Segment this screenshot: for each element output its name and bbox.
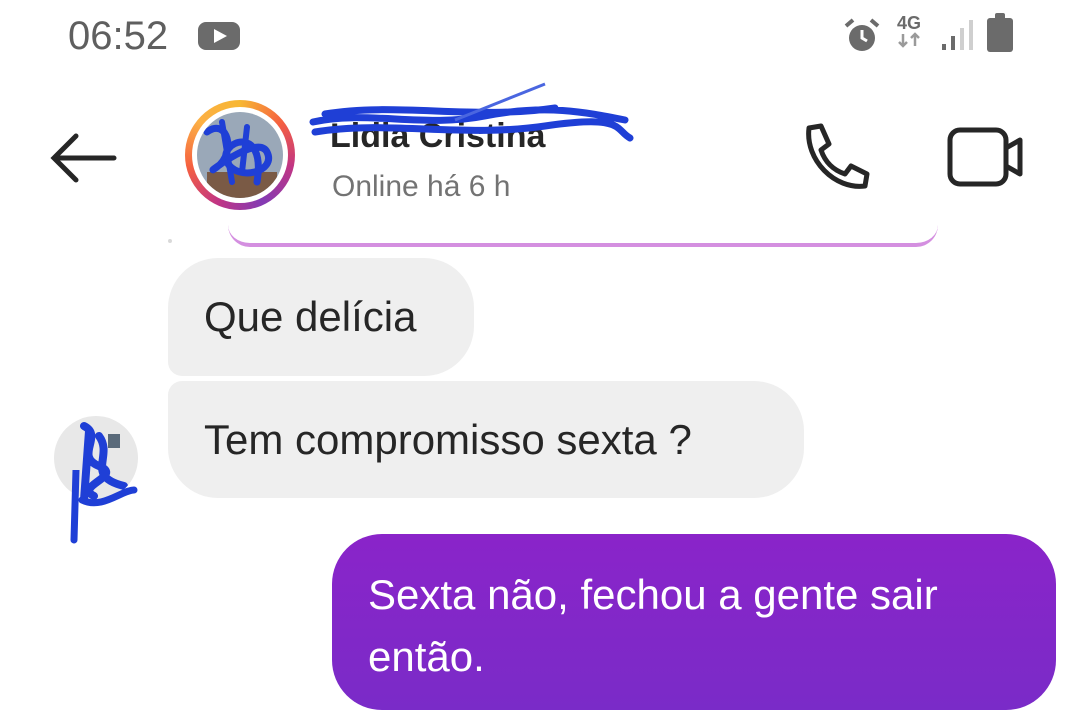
message-bubble-incoming[interactable]: Que delícia [168,258,474,376]
message-bubble-incoming[interactable]: Tem compromisso sexta ? [168,381,804,498]
scroll-indicator [168,239,172,243]
battery-icon [987,13,1013,52]
youtube-icon [198,22,240,50]
message-text: Tem compromisso sexta ? [204,415,692,463]
avatar-redaction-tail [70,470,138,544]
status-time: 06:52 [68,14,169,58]
arrow-left-icon[interactable] [44,128,124,188]
message-text: Sexta não, fechou a gente sair então. [368,571,938,680]
name-redaction-scribble [309,82,634,142]
signal-icon [942,20,973,50]
presence-status: Online há 6 h [332,170,511,203]
message-bubble-outgoing[interactable]: Sexta não, fechou a gente sair então. [332,534,1056,710]
previous-message-edge [228,225,938,247]
network-indicator: 4G [893,14,925,51]
video-camera-icon[interactable] [940,120,1030,192]
phone-icon[interactable] [795,118,875,198]
contact-avatar[interactable] [185,100,295,210]
alarm-icon [844,18,880,51]
network-type: 4G [896,13,921,33]
status-bar: 06:52 4G [0,0,1076,78]
data-arrows-icon [898,32,920,48]
message-text: Que delícia [204,293,417,340]
